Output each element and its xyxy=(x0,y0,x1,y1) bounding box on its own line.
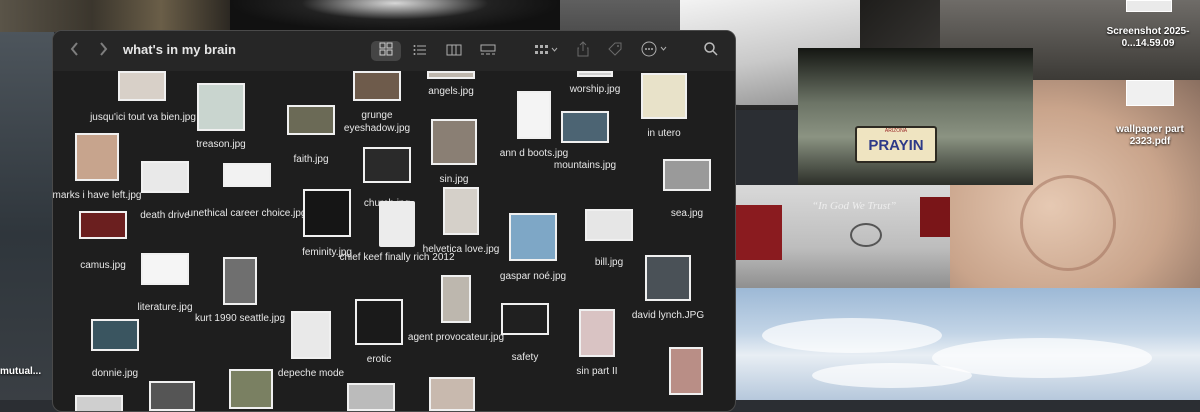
file-thumbnail[interactable] xyxy=(149,381,195,411)
wallpaper-photo xyxy=(0,32,54,400)
desktop-file-screenshot[interactable]: Screenshot 2025-0...14.59.09 xyxy=(1098,26,1198,50)
chevron-left-icon[interactable] xyxy=(67,41,83,61)
finder-toolbar: what's in my brain xyxy=(53,31,735,71)
wallpaper-photo: ARIZONA PRAYIN xyxy=(798,48,1033,185)
file-thumbnail[interactable] xyxy=(429,377,475,411)
file-thumbnail[interactable] xyxy=(347,383,395,411)
chevron-right-icon[interactable] xyxy=(95,41,111,61)
share-icon[interactable] xyxy=(573,41,593,61)
group-by-icon[interactable] xyxy=(529,41,563,61)
gallery-view-icon[interactable] xyxy=(473,41,503,61)
window-title: what's in my brain xyxy=(123,42,236,57)
desktop-file-icon[interactable] xyxy=(1126,80,1174,106)
ellipsis-circle-icon[interactable] xyxy=(639,41,671,61)
finder-window[interactable]: what's in my brain jusqu'ici tout va bie… xyxy=(52,30,736,412)
file-thumbnail[interactable] xyxy=(229,369,273,409)
wallpaper-photo xyxy=(0,0,230,32)
list-view-icon[interactable] xyxy=(405,41,435,61)
desktop-file-icon[interactable] xyxy=(1126,0,1172,12)
wallpaper-photo xyxy=(732,288,1200,400)
file-thumbnail[interactable] xyxy=(669,347,703,395)
file-thumbnail[interactable] xyxy=(75,395,123,411)
desktop-file-wallpaper-pdf[interactable]: wallpaper part 2323.pdf xyxy=(1110,124,1190,148)
document-icon xyxy=(379,201,415,247)
car-motto: “In God We Trust” xyxy=(812,200,897,212)
wallpaper-photo: “In God We Trust” xyxy=(732,185,950,290)
wallpaper-photo xyxy=(230,0,560,32)
license-plate: ARIZONA PRAYIN xyxy=(855,126,937,163)
car-emblem-icon xyxy=(850,223,882,247)
column-view-icon[interactable] xyxy=(439,41,469,61)
desktop-file-mutual[interactable]: mutual... xyxy=(0,366,41,378)
file-icon-grid: jusqu'ici tout va bien.jpg treason.jpg f… xyxy=(53,71,735,411)
tag-icon[interactable] xyxy=(605,41,625,61)
search-icon[interactable] xyxy=(701,41,721,61)
grid-view-icon[interactable] xyxy=(371,41,401,61)
